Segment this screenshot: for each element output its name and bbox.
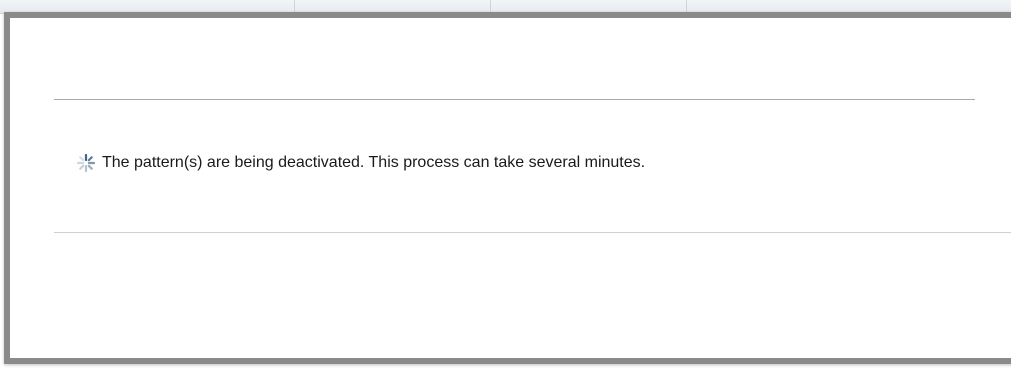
- status-row: The pattern(s) are being deactivated. Th…: [76, 152, 645, 174]
- loading-spinner-icon: [76, 153, 96, 173]
- status-message: The pattern(s) are being deactivated. Th…: [102, 154, 646, 171]
- dialog-bottom-separator: [54, 232, 1011, 233]
- dialog-top-separator: [54, 99, 975, 100]
- progress-dialog: The pattern(s) are being deactivated. Th…: [4, 12, 1011, 364]
- screen: The pattern(s) are being deactivated. Th…: [0, 0, 1011, 369]
